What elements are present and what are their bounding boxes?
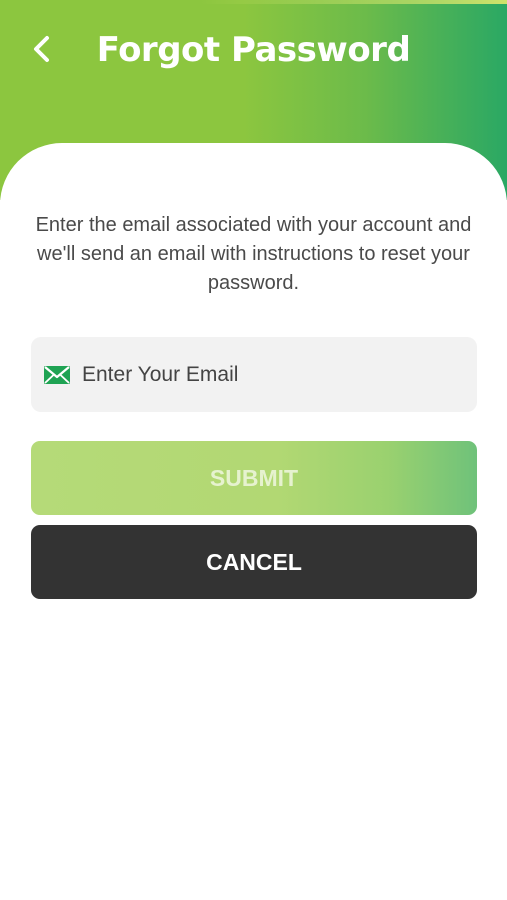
page-title: Forgot Password xyxy=(96,30,411,70)
email-input[interactable] xyxy=(82,354,442,395)
header-accent-line xyxy=(200,0,507,4)
email-field[interactable] xyxy=(31,337,477,412)
instructions-text: Enter the email associated with your acc… xyxy=(35,214,472,294)
submit-button[interactable]: SUBMIT xyxy=(31,441,477,515)
envelope-icon xyxy=(44,365,70,384)
cancel-button[interactable]: CANCEL xyxy=(31,525,477,599)
